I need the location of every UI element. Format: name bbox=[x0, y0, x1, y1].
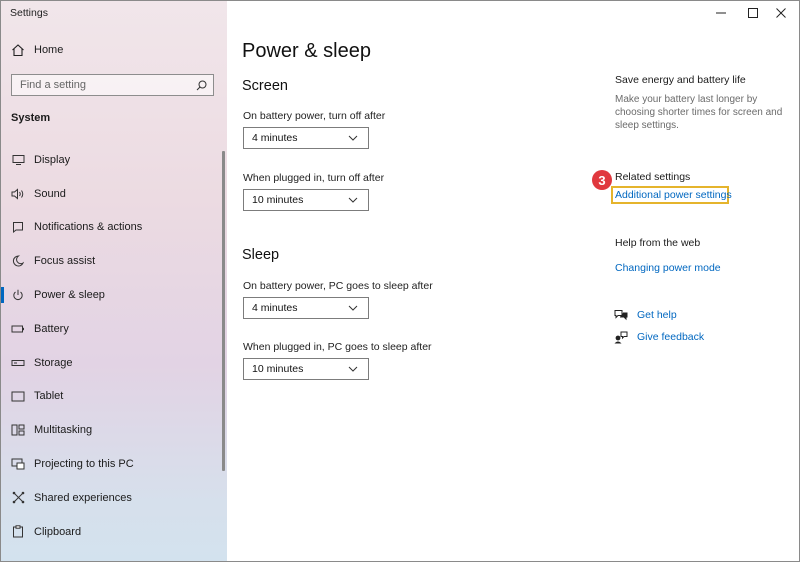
chevron-down-icon bbox=[348, 135, 362, 141]
related-settings-title: Related settings bbox=[615, 171, 691, 183]
dropdown-value: 4 minutes bbox=[252, 302, 298, 314]
speaker-icon bbox=[11, 187, 25, 201]
sidebar-item-label: Projecting to this PC bbox=[34, 458, 134, 471]
give-feedback-link[interactable]: Give feedback bbox=[614, 330, 704, 344]
search-icon[interactable] bbox=[192, 76, 210, 94]
sidebar-nav: Display Sound Notifications & actions Fo… bbox=[1, 143, 225, 549]
display-icon bbox=[11, 153, 25, 167]
power-icon bbox=[11, 288, 25, 302]
sidebar-item-sound[interactable]: Sound bbox=[1, 177, 225, 211]
sidebar-scrollbar[interactable] bbox=[222, 151, 225, 471]
sleep-battery-dropdown[interactable]: 4 minutes bbox=[243, 297, 369, 319]
sidebar-item-clipboard[interactable]: Clipboard bbox=[1, 515, 225, 549]
window-title: Settings bbox=[10, 7, 48, 19]
sidebar-item-storage[interactable]: Storage bbox=[1, 346, 225, 380]
sleep-section-title: Sleep bbox=[242, 247, 280, 263]
give-feedback-label: Give feedback bbox=[637, 331, 705, 343]
screen-plugged-label: When plugged in, turn off after bbox=[243, 172, 385, 184]
screen-section-title: Screen bbox=[242, 78, 288, 94]
feedback-icon bbox=[614, 330, 628, 344]
clipboard-icon bbox=[11, 525, 25, 539]
sidebar-item-label: Display bbox=[34, 153, 71, 166]
sidebar-item-tablet[interactable]: Tablet bbox=[1, 380, 225, 414]
shared-icon bbox=[11, 491, 25, 505]
sleep-plugged-dropdown[interactable]: 10 minutes bbox=[243, 358, 369, 380]
sleep-battery-label: On battery power, PC goes to sleep after bbox=[243, 280, 433, 292]
chevron-down-icon bbox=[348, 366, 362, 372]
changing-power-mode-link[interactable]: Changing power mode bbox=[615, 262, 721, 274]
sidebar-item-shared-experiences[interactable]: Shared experiences bbox=[1, 481, 225, 515]
page-title: Power & sleep bbox=[242, 40, 371, 62]
sidebar-item-label: Sound bbox=[34, 187, 66, 200]
home-icon bbox=[12, 44, 24, 57]
minimize-icon bbox=[716, 12, 726, 14]
sidebar-item-focus-assist[interactable]: Focus assist bbox=[1, 244, 225, 278]
get-help-link[interactable]: Get help bbox=[614, 308, 677, 322]
sidebar-item-label: Tablet bbox=[34, 390, 64, 403]
home-label: Home bbox=[34, 44, 64, 56]
dropdown-value: 4 minutes bbox=[252, 132, 298, 144]
section-title: System bbox=[11, 112, 51, 124]
notification-icon bbox=[11, 220, 25, 234]
sidebar-item-label: Focus assist bbox=[34, 255, 96, 268]
sidebar-item-label: Power & sleep bbox=[34, 289, 105, 302]
tablet-icon bbox=[11, 389, 25, 403]
sidebar-item-label: Clipboard bbox=[34, 525, 82, 538]
sidebar-item-label: Storage bbox=[34, 356, 73, 369]
additional-power-settings-link[interactable]: Additional power settings bbox=[615, 189, 732, 201]
step-badge: 3 bbox=[592, 170, 612, 190]
dropdown-value: 10 minutes bbox=[252, 363, 304, 375]
energy-description: Make your battery last longer by choosin… bbox=[615, 94, 783, 132]
search-box[interactable] bbox=[11, 74, 214, 96]
sidebar-item-label: Shared experiences bbox=[34, 491, 132, 504]
chevron-down-icon bbox=[348, 197, 362, 203]
storage-icon bbox=[11, 356, 25, 370]
energy-title: Save energy and battery life bbox=[615, 74, 746, 86]
chevron-down-icon bbox=[348, 305, 362, 311]
close-icon bbox=[776, 8, 786, 18]
search-input[interactable] bbox=[12, 76, 192, 94]
chat-help-icon bbox=[614, 308, 628, 322]
title-bar: Settings bbox=[1, 1, 799, 25]
get-help-label: Get help bbox=[637, 309, 677, 321]
minimize-button[interactable] bbox=[703, 1, 739, 25]
screen-battery-dropdown[interactable]: 4 minutes bbox=[243, 127, 369, 149]
screen-battery-label: On battery power, turn off after bbox=[243, 110, 386, 122]
close-button[interactable] bbox=[763, 1, 799, 25]
help-title: Help from the web bbox=[615, 237, 701, 249]
sidebar-item-label: Battery bbox=[34, 322, 69, 335]
sidebar-item-battery[interactable]: Battery bbox=[1, 312, 225, 346]
sidebar: Home System Display Sound Notifications … bbox=[1, 1, 227, 561]
sidebar-item-power-sleep[interactable]: Power & sleep bbox=[1, 278, 225, 312]
sleep-plugged-label: When plugged in, PC goes to sleep after bbox=[243, 341, 432, 353]
screen-plugged-dropdown[interactable]: 10 minutes bbox=[243, 189, 369, 211]
sidebar-item-label: Multitasking bbox=[34, 424, 93, 437]
sidebar-item-label: Notifications & actions bbox=[34, 221, 143, 234]
settings-window: Home System Display Sound Notifications … bbox=[0, 0, 800, 562]
maximize-icon bbox=[748, 8, 758, 18]
multitasking-icon bbox=[11, 423, 25, 437]
sidebar-item-multitasking[interactable]: Multitasking bbox=[1, 413, 225, 447]
sidebar-item-projecting[interactable]: Projecting to this PC bbox=[1, 447, 225, 481]
moon-icon bbox=[11, 254, 25, 268]
projector-icon bbox=[11, 457, 25, 471]
sidebar-item-display[interactable]: Display bbox=[1, 143, 225, 177]
battery-icon bbox=[11, 322, 25, 336]
home-nav-item[interactable]: Home bbox=[11, 43, 63, 57]
sidebar-item-notifications[interactable]: Notifications & actions bbox=[1, 211, 225, 245]
dropdown-value: 10 minutes bbox=[252, 194, 304, 206]
